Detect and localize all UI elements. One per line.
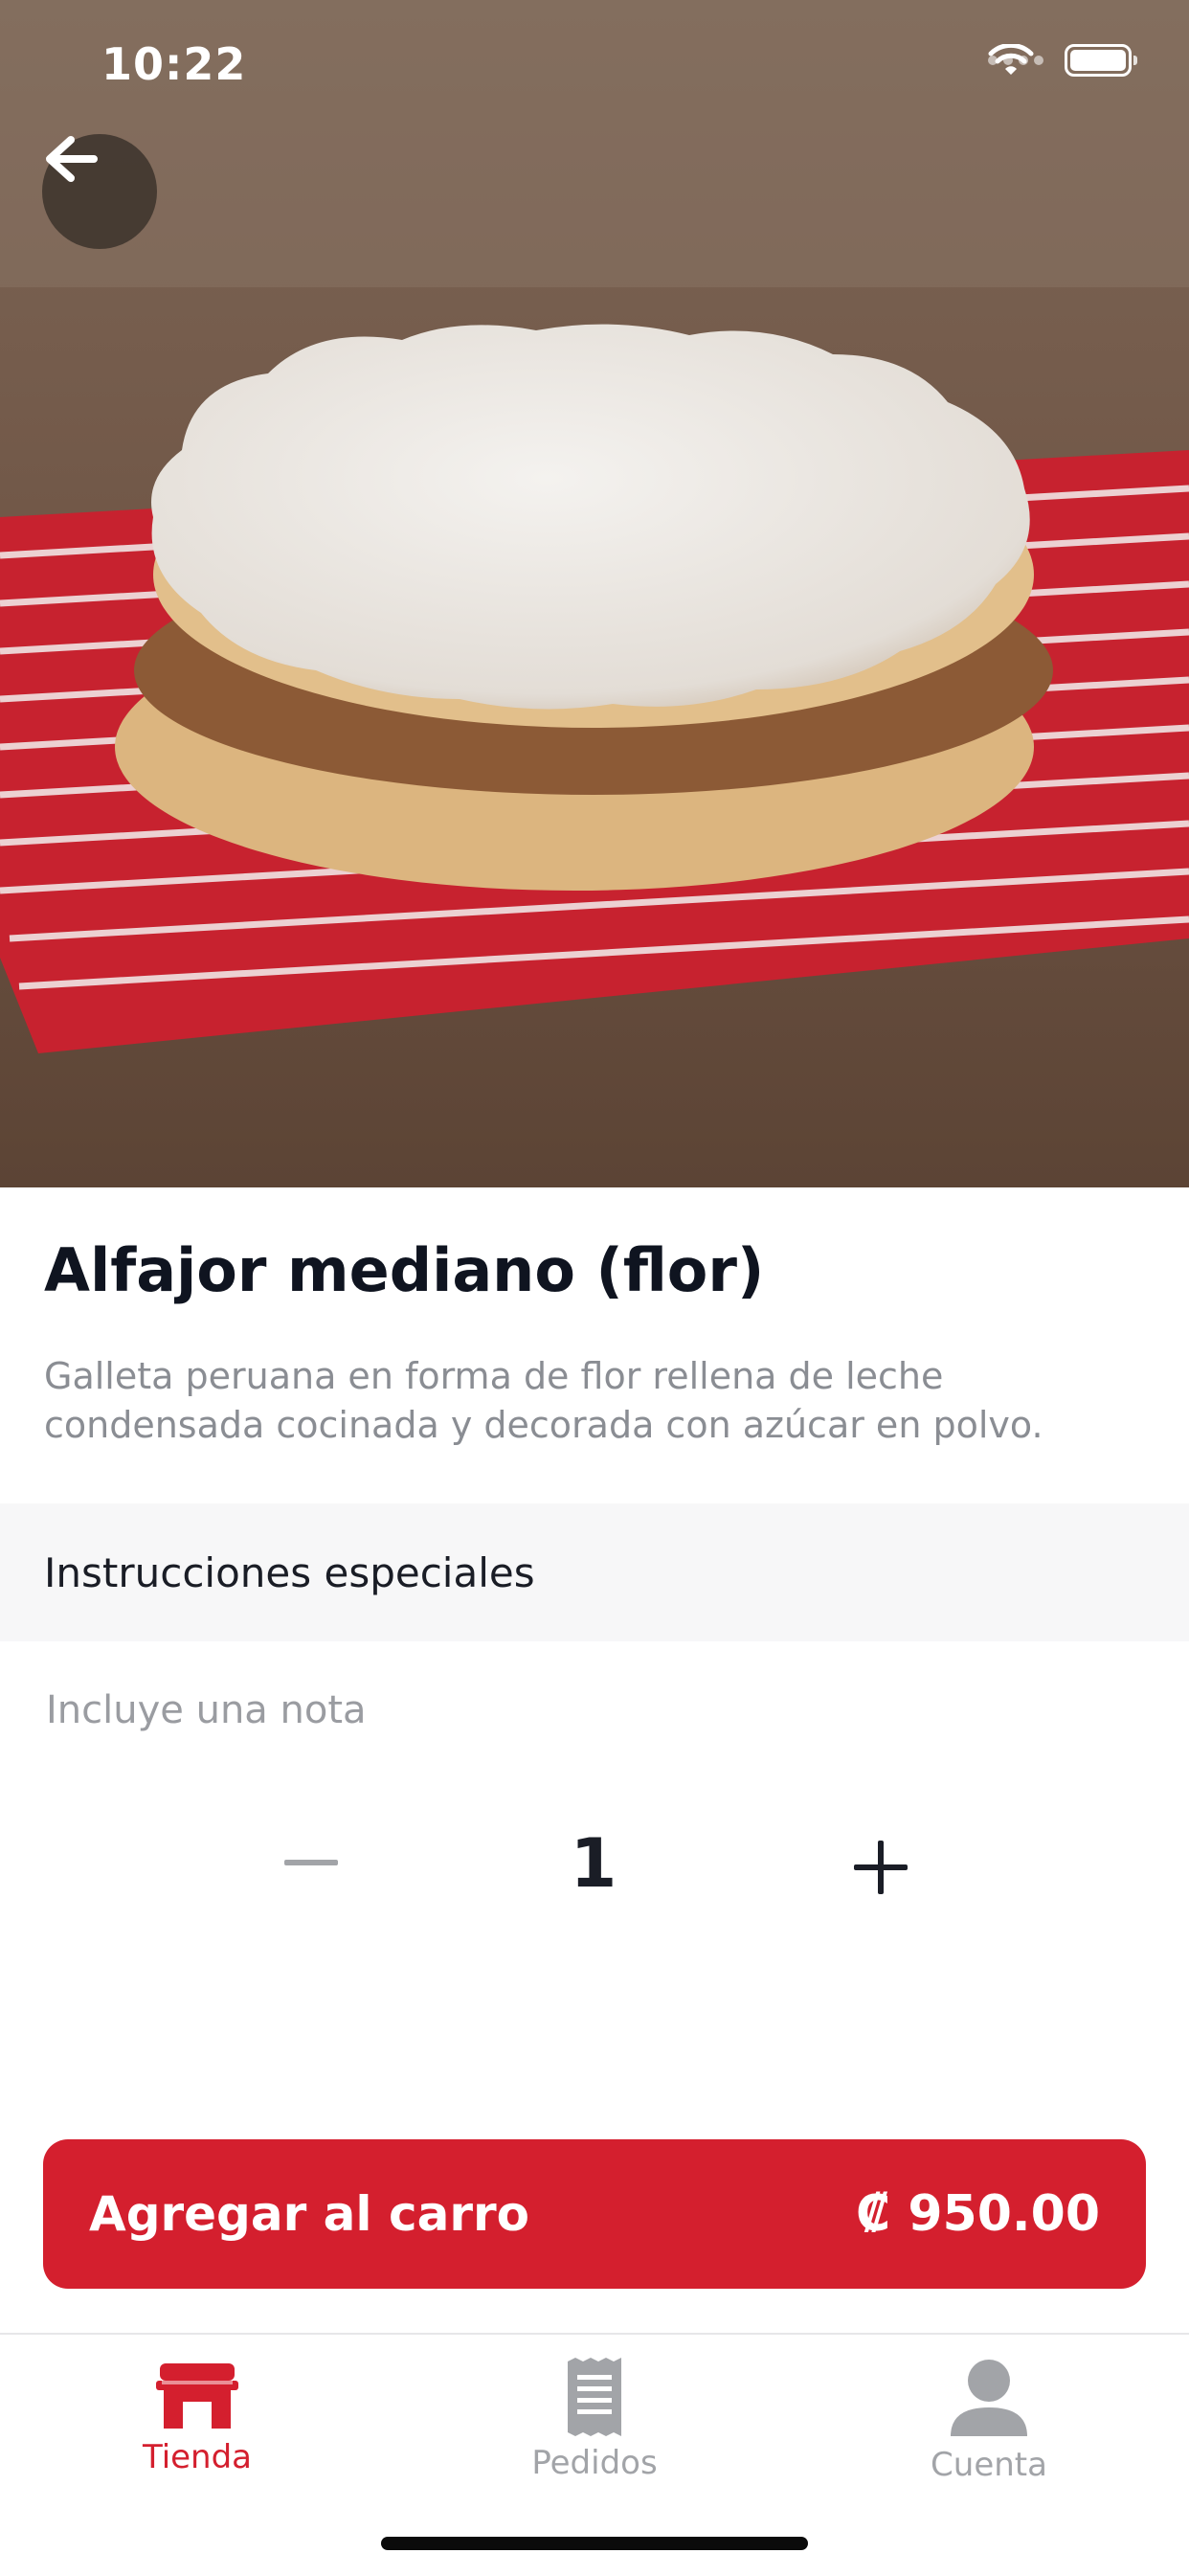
quantity-value: 1: [570, 1824, 617, 1903]
tab-tienda[interactable]: Tienda: [54, 2358, 341, 2476]
product-image: 10:22: [0, 0, 1189, 1187]
minus-icon: [284, 1860, 338, 1865]
tab-cuenta-label: Cuenta: [931, 2446, 1047, 2484]
add-to-cart-price: ₡ 950.00: [856, 2185, 1100, 2243]
add-to-cart-label: Agregar al carro: [89, 2186, 529, 2242]
person-icon: [951, 2360, 1027, 2436]
plus-icon: [854, 1841, 908, 1894]
tab-pedidos-label: Pedidos: [531, 2444, 658, 2482]
wifi-icon: [988, 44, 1034, 75]
back-button[interactable]: [42, 134, 157, 249]
add-to-cart-button[interactable]: Agregar al carro ₡ 950.00: [43, 2139, 1146, 2289]
arrow-left-icon: [46, 136, 98, 182]
product-title: Alfajor mediano (flor): [44, 1235, 765, 1305]
note-input[interactable]: [44, 1676, 1149, 1745]
store-icon: [156, 2363, 238, 2429]
receipt-icon: [568, 2358, 621, 2436]
status-time: 10:22: [101, 38, 247, 90]
status-icons: [988, 44, 1137, 77]
home-indicator: [381, 2537, 808, 2550]
tab-cuenta[interactable]: Cuenta: [845, 2358, 1133, 2484]
product-description: Galleta peruana en forma de flor rellena…: [44, 1355, 1043, 1446]
tab-tienda-label: Tienda: [142, 2438, 253, 2476]
increase-quantity-button[interactable]: [842, 1829, 919, 1906]
tab-pedidos[interactable]: Pedidos: [451, 2358, 738, 2482]
decrease-quantity-button[interactable]: [278, 1829, 345, 1896]
alfajor-photo: [0, 0, 1189, 1187]
special-instructions-title: Instrucciones especiales: [44, 1549, 535, 1596]
battery-icon: [1065, 44, 1137, 77]
